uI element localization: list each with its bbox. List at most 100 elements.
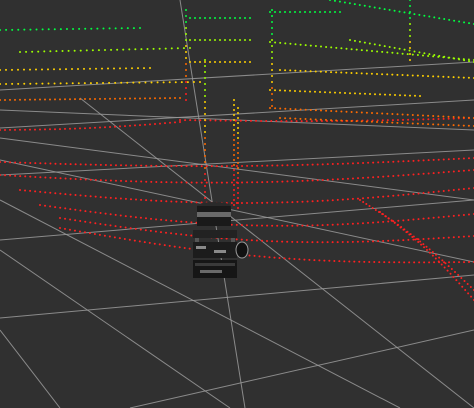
point-cloud-point [360,49,363,52]
point-cloud-point [139,97,141,100]
point-cloud-point [148,241,151,244]
point-cloud-point [261,201,264,204]
point-cloud-point [393,46,396,49]
point-cloud-point [344,92,346,94]
point-cloud-scan-line [271,69,273,71]
point-cloud-point [168,244,171,247]
point-cloud-point [306,179,309,182]
point-cloud-point [43,50,46,53]
point-cloud-scan-line [409,5,411,7]
point-cloud-point [114,81,117,84]
point-cloud-point [438,17,441,20]
point-cloud-point [229,39,231,41]
point-cloud-point [396,118,399,121]
point-cloud-point [372,161,375,164]
point-cloud-scan-line [204,71,206,73]
point-cloud-point [331,163,334,166]
point-cloud-point [433,261,436,264]
point-cloud-point [467,157,470,160]
point-cloud-point [233,189,235,191]
point-cloud-point [284,69,287,72]
point-cloud-point [374,93,376,96]
point-cloud-point [219,119,222,122]
scene-canvas[interactable] [0,0,474,408]
point-cloud-point [116,48,119,51]
point-cloud-point [194,119,197,122]
point-cloud-point [101,67,103,70]
point-cloud-point [467,169,470,172]
point-cloud-point [299,108,302,111]
point-cloud-point [355,72,358,75]
point-cloud-scan-line [185,93,187,95]
point-cloud-point [285,120,288,123]
point-cloud-point [357,162,360,165]
point-cloud-point [271,69,273,71]
point-cloud-point [275,120,278,123]
point-cloud-point [64,207,67,210]
point-cloud-point [372,221,375,224]
point-cloud-point [464,289,467,292]
point-cloud-point [204,107,206,109]
point-cloud-point [47,28,50,31]
3d-viewport[interactable] [0,0,474,408]
point-cloud-point [276,201,279,204]
point-cloud-point [355,120,358,123]
point-cloud-point [447,215,450,218]
point-cloud-point [306,163,309,166]
point-cloud-point [64,127,66,130]
point-cloud-point [138,240,141,243]
point-cloud-point [103,234,106,237]
point-cloud-point [299,117,302,120]
point-cloud-point [418,51,421,54]
point-cloud-point [185,39,187,41]
point-cloud-point [249,17,251,19]
point-cloud-point [14,174,17,177]
point-cloud-point [447,189,450,192]
point-cloud-point [107,67,109,70]
point-cloud-point [79,178,82,181]
point-cloud-point [134,124,136,127]
point-cloud-point [14,128,16,131]
point-cloud-point [59,227,61,229]
point-cloud-point [435,253,437,256]
point-cloud-point [286,240,289,243]
point-cloud-point [59,162,62,165]
point-cloud-point [195,165,198,168]
point-cloud-point [34,128,36,131]
point-cloud-point [338,0,341,3]
point-cloud-point [23,82,26,85]
point-cloud-point [409,94,411,97]
point-cloud-point [401,122,404,125]
point-cloud-point [309,109,312,111]
point-cloud-point [348,2,351,5]
point-cloud-point [204,113,206,115]
point-cloud-point [214,39,216,41]
point-cloud-point [309,11,311,13]
point-cloud-point [296,164,299,167]
point-cloud-point [341,241,344,244]
point-cloud-point [279,41,282,44]
point-cloud-point [224,61,226,63]
point-cloud-point [239,39,241,41]
point-cloud-point [89,127,91,129]
point-cloud-point [409,5,411,7]
point-cloud-point [396,52,399,55]
point-cloud-point [462,235,465,238]
point-cloud-point [279,69,281,71]
point-cloud-point [237,207,239,209]
point-cloud-point [409,53,411,55]
point-cloud-point [234,17,236,19]
point-cloud-point [386,119,389,122]
point-cloud-point [186,81,189,84]
point-cloud-point [291,164,294,167]
point-cloud-point [289,69,292,72]
point-cloud-point [114,27,117,30]
point-cloud-point [449,272,452,275]
point-cloud-point [96,27,99,30]
point-cloud-point [210,165,213,168]
point-cloud-point [299,90,301,93]
point-cloud-point [29,82,32,85]
point-cloud-point [64,162,67,165]
point-cloud-point [273,256,276,259]
point-cloud-scan-line [233,119,235,121]
